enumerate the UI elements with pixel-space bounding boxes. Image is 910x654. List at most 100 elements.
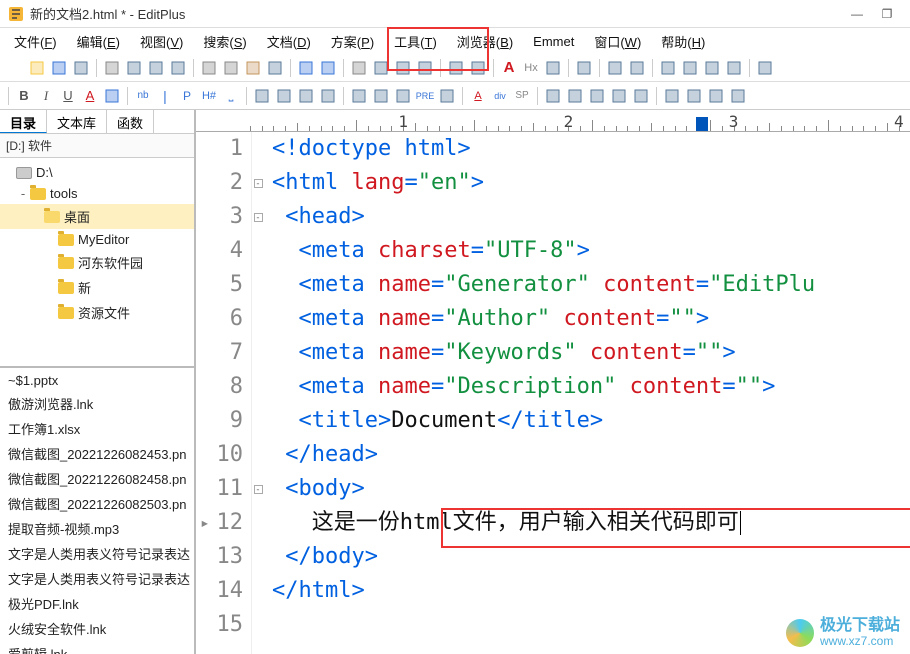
file-item[interactable]: 微信截图_20221226082453.pn xyxy=(0,441,194,466)
code-line[interactable]: <meta name="Generator" content="EditPlu xyxy=(272,268,910,302)
tree-item[interactable]: D:\ xyxy=(0,162,194,183)
code-line[interactable]: <title>Document</title> xyxy=(272,404,910,438)
tb-view2-icon[interactable] xyxy=(681,59,699,77)
tb-bq-icon[interactable] xyxy=(438,87,456,105)
tb-view3-icon[interactable] xyxy=(703,59,721,77)
tb-right-icon[interactable] xyxy=(297,87,315,105)
code-line[interactable]: </body> xyxy=(272,540,910,574)
menu-F[interactable]: 文件(F) xyxy=(4,29,67,54)
tb-obj-icon[interactable] xyxy=(663,87,681,105)
tb-findtext-icon[interactable] xyxy=(372,59,390,77)
sidebar-tab-2[interactable]: 函数 xyxy=(107,110,154,133)
code-line[interactable]: <meta name="Author" content=""> xyxy=(272,302,910,336)
menu-T[interactable]: 工具(T) xyxy=(384,29,447,54)
file-item[interactable]: ~$1.pptx xyxy=(0,370,194,391)
tb-B-icon[interactable]: B xyxy=(15,87,33,105)
code-line[interactable]: <meta name="Description" content=""> xyxy=(272,370,910,404)
tb-char-icon[interactable] xyxy=(628,59,646,77)
tb-Hx-icon[interactable]: Hx xyxy=(522,59,540,77)
tb-dl-icon[interactable] xyxy=(394,87,412,105)
fold-marker[interactable]: - xyxy=(252,200,264,234)
tb-rect-icon[interactable] xyxy=(544,59,562,77)
tree-item[interactable]: -tools xyxy=(0,183,194,204)
code-line[interactable]: <meta name="Keywords" content=""> xyxy=(272,336,910,370)
file-item[interactable]: 傲游浏览器.lnk xyxy=(0,391,194,416)
file-list[interactable]: ~$1.pptx傲游浏览器.lnk工作簿1.xlsx微信截图_202212260… xyxy=(0,368,194,654)
file-item[interactable]: 提取音频-视频.mp3 xyxy=(0,516,194,541)
tb-nb-icon[interactable]: nb xyxy=(134,87,152,105)
tb-anchor-icon[interactable] xyxy=(588,87,606,105)
fold-marker[interactable]: - xyxy=(252,166,264,200)
file-item[interactable]: 文字是人类用表义符号记录表达 xyxy=(0,541,194,566)
tb-outdent-icon[interactable] xyxy=(469,59,487,77)
tb-run-icon[interactable] xyxy=(729,87,747,105)
tb-div-icon[interactable]: div xyxy=(491,87,509,105)
tb-wrap-icon[interactable] xyxy=(575,59,593,77)
tb-find-icon[interactable] xyxy=(350,59,368,77)
menu-B[interactable]: 浏览器(B) xyxy=(447,29,523,54)
tb-ol-icon[interactable] xyxy=(372,87,390,105)
tb-H#-icon[interactable]: H# xyxy=(200,87,218,105)
code-content[interactable]: <!doctype html><html lang="en"> <head> <… xyxy=(264,132,910,654)
tb-center-icon[interactable] xyxy=(275,87,293,105)
tb-P-icon[interactable]: P xyxy=(178,87,196,105)
file-item[interactable]: 爱剪辑.lnk xyxy=(0,641,194,654)
sidebar-path[interactable]: [D:] 软件 xyxy=(0,134,194,158)
tb-full-icon[interactable] xyxy=(319,87,337,105)
menu-P[interactable]: 方案(P) xyxy=(321,29,384,54)
code-line[interactable]: <head> xyxy=(272,200,910,234)
tb-I-icon[interactable]: I xyxy=(37,87,55,105)
tb-new-icon[interactable] xyxy=(6,59,24,77)
tree-item[interactable]: 桌面 xyxy=(0,204,194,229)
tb-open-icon[interactable] xyxy=(28,59,46,77)
tb-bar-icon[interactable]: | xyxy=(156,87,174,105)
tb-copy-icon[interactable] xyxy=(222,59,240,77)
menu-V[interactable]: 视图(V) xyxy=(130,29,193,54)
menu-H[interactable]: 帮助(H) xyxy=(651,29,715,54)
tb-save-icon[interactable] xyxy=(50,59,68,77)
file-item[interactable]: 工作簿1.xlsx xyxy=(0,416,194,441)
tb-img-icon[interactable] xyxy=(544,87,562,105)
tb-ul-icon[interactable] xyxy=(350,87,368,105)
file-item[interactable]: 火绒安全软件.lnk xyxy=(0,616,194,641)
menu-S[interactable]: 搜索(S) xyxy=(193,29,256,54)
tree-item[interactable]: 资源文件 xyxy=(0,300,194,325)
sidebar-tab-1[interactable]: 文本库 xyxy=(47,110,107,133)
tb-preview-icon[interactable] xyxy=(125,59,143,77)
restore-button[interactable]: ❐ xyxy=(872,4,902,24)
code-line[interactable]: <meta charset="UTF-8"> xyxy=(272,234,910,268)
tb-help-icon[interactable] xyxy=(756,59,774,77)
code-line[interactable]: </head> xyxy=(272,438,910,472)
tb-cut-icon[interactable] xyxy=(200,59,218,77)
menu-W[interactable]: 窗口(W) xyxy=(584,29,651,54)
tb-saveall-icon[interactable] xyxy=(72,59,90,77)
sidebar-tab-0[interactable]: 目录 xyxy=(0,110,47,133)
menu-Emmet[interactable]: Emmet xyxy=(523,31,584,52)
tb-view4-icon[interactable] xyxy=(725,59,743,77)
tb-form-icon[interactable] xyxy=(685,87,703,105)
code-line[interactable]: <!doctype html> xyxy=(272,132,910,166)
tb-sp-icon[interactable]: SP xyxy=(513,87,531,105)
tree-item[interactable]: 河东软件园 xyxy=(0,250,194,275)
tb-spell-icon[interactable] xyxy=(147,59,165,77)
code-line[interactable]: <html lang="en"> xyxy=(272,166,910,200)
tb-color-icon[interactable] xyxy=(103,87,121,105)
directory-tree[interactable]: D:\-tools 桌面 MyEditor 河东软件园 新 资源文件 xyxy=(0,158,194,368)
tb-link-icon[interactable] xyxy=(566,87,584,105)
tb-paste-icon[interactable] xyxy=(244,59,262,77)
fold-marker[interactable]: - xyxy=(252,472,264,506)
tb-sync-icon[interactable] xyxy=(169,59,187,77)
tb-print-icon[interactable] xyxy=(103,59,121,77)
tb-A-icon[interactable]: A xyxy=(81,87,99,105)
tb-note-icon[interactable] xyxy=(610,87,628,105)
tb-frame-icon[interactable] xyxy=(707,87,725,105)
code-line[interactable]: </html> xyxy=(272,574,910,608)
tb-table-icon[interactable] xyxy=(632,87,650,105)
file-item[interactable]: 文字是人类用表义符号记录表达 xyxy=(0,566,194,591)
tb-bigA-icon[interactable]: A xyxy=(500,59,518,77)
menu-E[interactable]: 编辑(E) xyxy=(67,29,130,54)
fold-column[interactable]: --- xyxy=(252,132,264,654)
tb-undo-icon[interactable] xyxy=(297,59,315,77)
tb-replace-icon[interactable] xyxy=(394,59,412,77)
tb-spell2-icon[interactable] xyxy=(606,59,624,77)
